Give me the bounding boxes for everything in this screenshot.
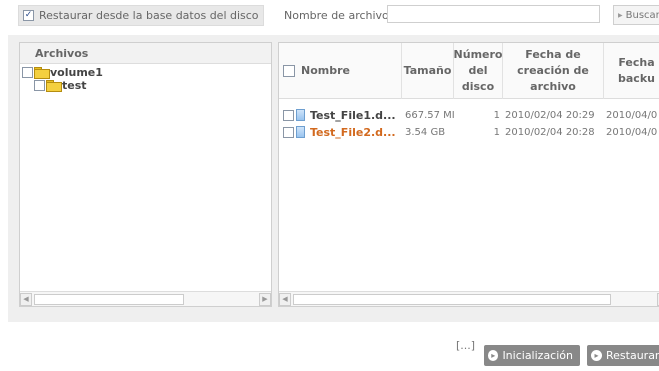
file-disk-number: 1 [493,109,500,121]
filename-input[interactable] [387,5,600,23]
file-size: 667.57 MI [405,109,454,121]
file-name-cell: Test_File1.d... [283,107,402,123]
file-disk-number: 1 [493,126,500,138]
tree-item-volume1[interactable]: volume1 [22,66,271,79]
archivos-tree-panel: Archivos volume1 test ◀ ▶ [19,42,272,307]
file-list-horizontal-scrollbar[interactable]: ◀ ▶ [279,291,659,306]
column-name-label: Nombre [301,64,350,77]
arrow-right-icon: ▸ [591,350,602,361]
column-header-disk-number[interactable]: Número del disco [454,43,503,99]
initialize-button-label: Inicialización [502,349,573,362]
table-row[interactable]: Test_File1.d... 667.57 MI 1 2010/02/04 2… [279,107,659,123]
restore-from-db-checkbox[interactable] [23,10,34,21]
file-name-cell: Test_File2.d... [283,124,402,140]
file-created-date: 2010/02/04 20:28 [505,126,595,138]
document-icon [296,126,305,138]
column-header-name[interactable]: Nombre [279,43,402,99]
scroll-track[interactable] [291,293,657,306]
pagination[interactable]: [...] [456,339,475,352]
restore-button-label: Restaurar [606,349,659,362]
file-size: 3.54 GB [405,126,446,138]
play-arrow-icon: ▶ [618,11,623,19]
file-list-panel: Nombre Tamaño Número del disco Fecha de … [278,42,659,307]
table-row[interactable]: Test_File2.d... 3.54 GB 1 2010/02/04 20:… [279,124,659,140]
tree-checkbox[interactable] [34,80,45,91]
tree-horizontal-scrollbar[interactable]: ◀ ▶ [20,291,271,306]
initialize-button[interactable]: ▸ Inicialización [484,345,580,366]
tree-item-label: volume1 [50,66,103,79]
restore-from-db-option[interactable]: Restaurar desde la base datos del disco [18,5,264,26]
search-button[interactable]: ▶ Buscar [613,5,659,25]
row-checkbox[interactable] [283,126,294,138]
restore-from-db-label: Restaurar desde la base datos del disco [39,9,259,22]
scroll-left-icon[interactable]: ◀ [20,292,32,306]
file-backup-date: 2010/04/0 [606,109,658,121]
folder-icon [34,67,50,79]
tree-item-label: test [62,79,87,92]
archivos-header: Archivos [20,43,271,64]
row-checkbox[interactable] [283,109,294,121]
select-all-checkbox[interactable] [283,65,295,77]
tree-checkbox[interactable] [22,67,33,78]
file-table-header: Nombre Tamaño Número del disco Fecha de … [279,43,659,99]
restore-panel: Archivos volume1 test ◀ ▶ Nombre Tamaño … [8,35,659,352]
tree-item-test[interactable]: test [22,79,271,92]
document-icon [296,109,305,121]
scroll-right-icon[interactable]: ▶ [259,292,271,306]
arrow-right-icon: ▸ [488,350,499,361]
filename-label: Nombre de archivo [284,9,389,22]
restore-button[interactable]: ▸ Restaurar [587,345,659,366]
file-name: Test_File1.d... [310,108,396,122]
file-backup-date: 2010/04/0 [606,126,658,138]
file-name: Test_File2.d... [310,125,396,139]
file-created-date: 2010/02/04 20:29 [505,109,595,121]
column-header-size[interactable]: Tamaño [402,43,454,99]
scroll-left-icon[interactable]: ◀ [279,292,291,306]
column-header-backup[interactable]: Fecha backu [604,43,659,99]
folder-tree: volume1 test [20,64,271,92]
scroll-thumb[interactable] [34,293,184,305]
search-button-label: Buscar [625,9,659,21]
scroll-track[interactable] [32,293,259,306]
scroll-thumb[interactable] [293,293,611,305]
column-header-created[interactable]: Fecha de creación de archivo [503,43,604,99]
folder-icon [46,80,62,92]
